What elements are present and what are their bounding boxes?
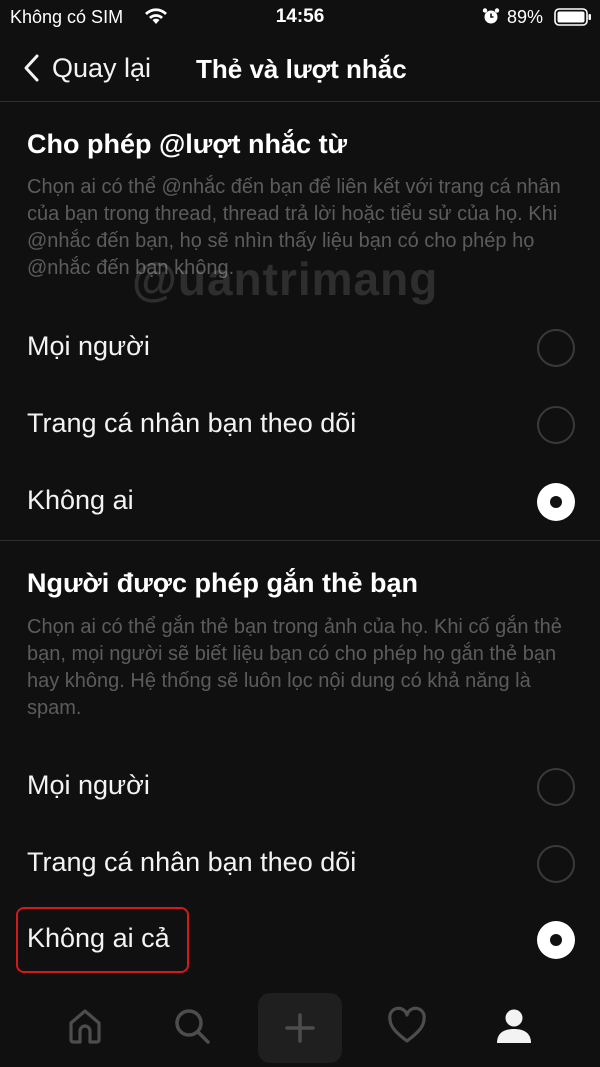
radio-button-selected[interactable] (537, 921, 575, 959)
option-label: Mọi người (27, 331, 150, 361)
option-label: Trang cá nhân bạn theo dõi (27, 847, 357, 877)
tab-search[interactable] (164, 998, 220, 1054)
option-mentions-everyone[interactable]: Mọi người (0, 313, 600, 383)
option-mentions-no-one[interactable]: Không ai (0, 467, 600, 537)
radio-button[interactable] (537, 329, 575, 367)
option-tags-everyone[interactable]: Mọi người (0, 752, 600, 822)
section-description-tags: Chọn ai có thể gắn thẻ bạn trong ảnh của… (27, 616, 562, 719)
radio-button[interactable] (537, 845, 575, 883)
chevron-left-icon (24, 54, 39, 82)
option-label: Mọi người (27, 770, 150, 800)
home-icon (69, 1009, 101, 1044)
tab-activity[interactable] (379, 998, 435, 1054)
section-title-mentions: Cho phép @lượt nhắc từ (27, 129, 348, 159)
alarm-icon (482, 8, 500, 24)
radio-button-selected[interactable] (537, 483, 575, 521)
nav-bar: Quay lại Thẻ và lượt nhắc (0, 34, 600, 102)
tab-home[interactable] (57, 998, 113, 1054)
page-title: Thẻ và lượt nhắc (196, 54, 407, 84)
radio-button[interactable] (537, 406, 575, 444)
back-button[interactable]: Quay lại (22, 50, 151, 86)
option-tags-following[interactable]: Trang cá nhân bạn theo dõi (0, 829, 600, 899)
highlight-annotation (16, 907, 189, 973)
battery-icon (554, 8, 591, 26)
option-mentions-following[interactable]: Trang cá nhân bạn theo dõi (0, 390, 600, 460)
profile-icon (497, 1009, 531, 1043)
new-post-button[interactable] (258, 993, 342, 1063)
watermark: @uantrimang (132, 253, 439, 305)
tab-profile[interactable] (486, 998, 542, 1054)
search-icon (175, 1009, 210, 1044)
section-title-tags: Người được phép gắn thẻ bạn (27, 568, 418, 598)
radio-button[interactable] (537, 768, 575, 806)
mentions-section: Cho phép @lượt nhắc từ Chọn ai có thể @n… (0, 102, 600, 542)
tab-bar (0, 990, 600, 1067)
back-label: Quay lại (52, 52, 152, 83)
option-label: Trang cá nhân bạn theo dõi (27, 408, 357, 438)
option-label: Không ai (27, 485, 134, 515)
status-bar: Không có SIM 14:56 89% (0, 0, 600, 34)
plus-icon (285, 1013, 315, 1043)
battery-percentage: 89% (507, 7, 544, 27)
heart-icon (388, 1006, 426, 1043)
